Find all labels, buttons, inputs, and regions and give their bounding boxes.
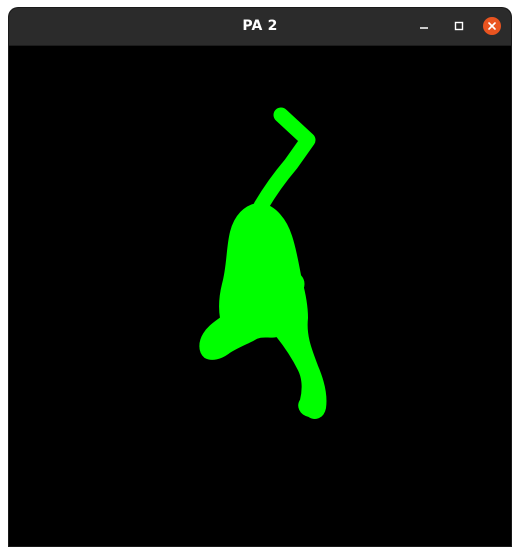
cat-silhouette: [199, 107, 327, 419]
window-title: PA 2: [242, 18, 278, 34]
cat-tail: [253, 107, 316, 214]
title-bar[interactable]: PA 2: [9, 8, 511, 46]
cat-haunch: [279, 271, 305, 297]
render-canvas[interactable]: [9, 46, 511, 546]
canvas-svg: [199, 107, 327, 419]
close-button[interactable]: [483, 17, 501, 35]
cat-body: [199, 203, 327, 419]
cat-hind-paw: [303, 398, 325, 418]
maximize-button[interactable]: [450, 17, 468, 35]
maximize-icon: [454, 21, 464, 31]
close-icon: [488, 22, 496, 30]
minimize-button[interactable]: [415, 17, 433, 35]
minimize-icon: [420, 27, 428, 29]
app-window: PA 2: [9, 8, 511, 546]
cat-front-paw: [199, 334, 219, 358]
